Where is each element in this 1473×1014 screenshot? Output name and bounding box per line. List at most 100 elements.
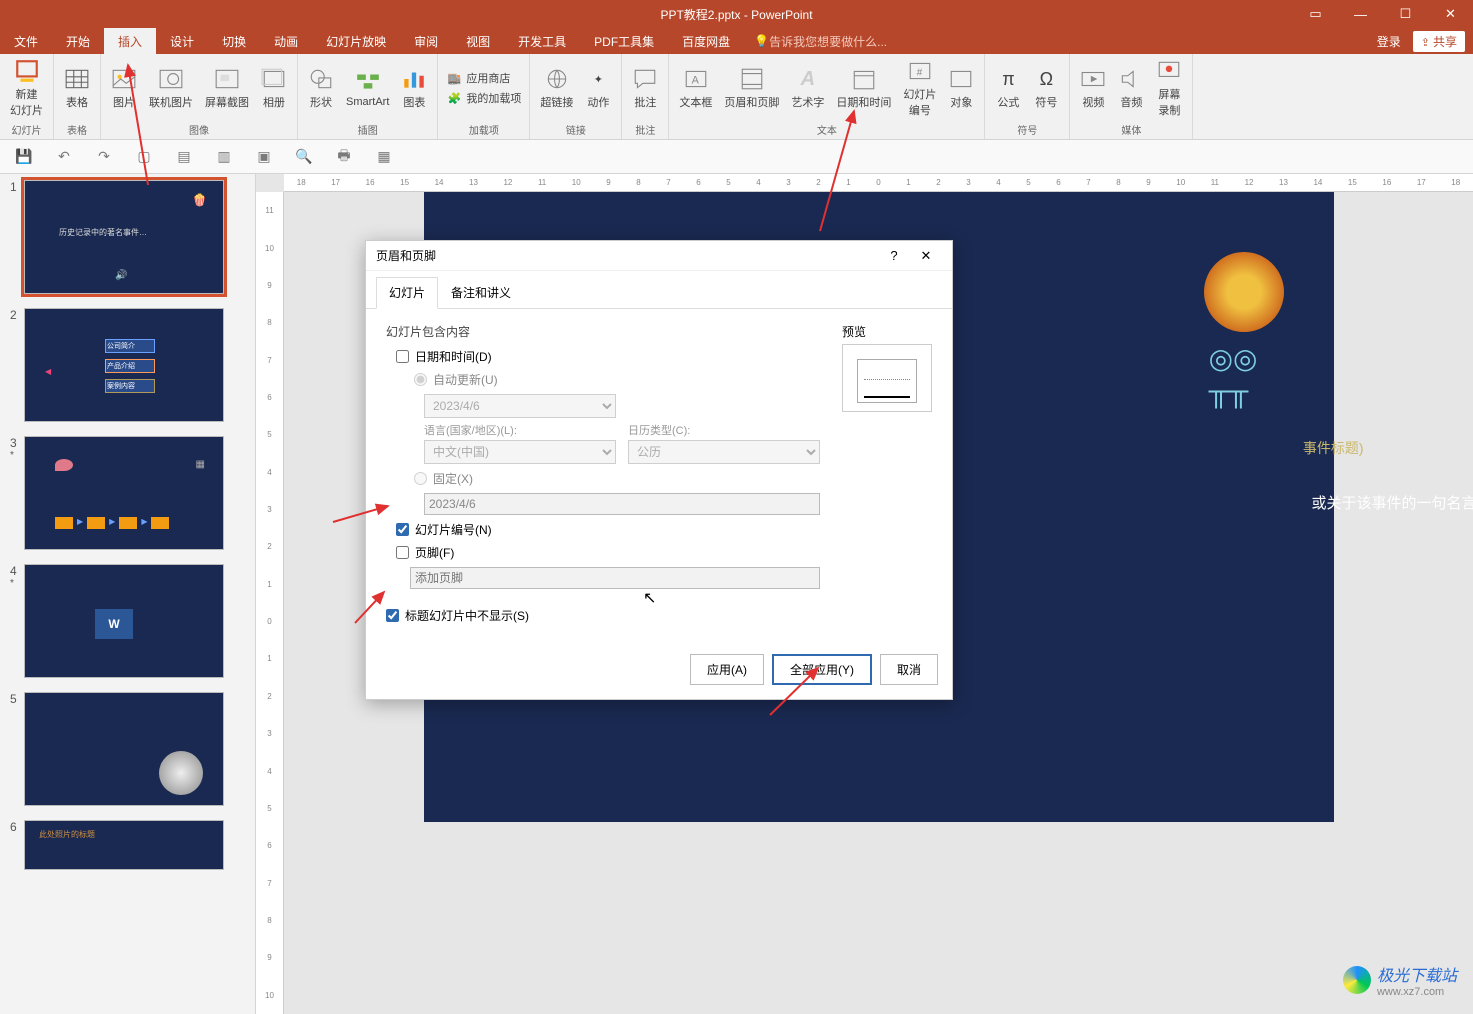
wordart-icon: A bbox=[795, 66, 821, 92]
equation-icon: π bbox=[995, 66, 1021, 92]
thumb-number-1: 1 bbox=[10, 180, 24, 194]
footer-checkbox[interactable] bbox=[396, 546, 409, 559]
slide-body-text: 或关于该事件的一句名言。 bbox=[1311, 492, 1473, 513]
qat-icon-7[interactable]: ▣ bbox=[254, 147, 274, 167]
thumb-slide-2[interactable]: ◀ 公司简介 产品介绍 案例内容 bbox=[24, 308, 224, 422]
tab-transitions[interactable]: 切换 bbox=[208, 28, 260, 54]
maximize-icon[interactable]: ☐ bbox=[1383, 0, 1428, 28]
cancel-button[interactable]: 取消 bbox=[880, 654, 938, 685]
thumb-slide-4[interactable]: W bbox=[24, 564, 224, 678]
watermark-name: 极光下载站 bbox=[1377, 962, 1457, 986]
wordart-button[interactable]: A艺术字 bbox=[785, 56, 830, 120]
datetime-checkbox[interactable] bbox=[396, 350, 409, 363]
header-footer-button[interactable]: 页眉和页脚 bbox=[718, 56, 785, 120]
slide-title-text: 事件标题) bbox=[1303, 438, 1364, 458]
hyperlink-button[interactable]: 超链接 bbox=[534, 56, 579, 120]
tab-review[interactable]: 审阅 bbox=[400, 28, 452, 54]
login-button[interactable]: 登录 bbox=[1369, 31, 1409, 52]
apply-all-button[interactable]: 全部应用(Y) bbox=[772, 654, 872, 685]
audio-button[interactable]: 音频 bbox=[1112, 56, 1150, 120]
action-button[interactable]: ✦动作 bbox=[579, 56, 617, 120]
tab-slideshow[interactable]: 幻灯片放映 bbox=[312, 28, 400, 54]
footer-input[interactable] bbox=[410, 567, 820, 589]
qat-icon-6[interactable]: ▥ bbox=[214, 147, 234, 167]
save-icon[interactable]: 💾 bbox=[14, 147, 34, 167]
audio-icon bbox=[1118, 66, 1144, 92]
slide-number-checkbox-label: 幻灯片编号(N) bbox=[415, 521, 492, 538]
dialog-tab-notes[interactable]: 备注和讲义 bbox=[438, 277, 524, 308]
svg-text:#: # bbox=[917, 67, 923, 78]
hyperlink-icon bbox=[544, 66, 570, 92]
tab-developer[interactable]: 开发工具 bbox=[504, 28, 580, 54]
apply-button[interactable]: 应用(A) bbox=[690, 654, 764, 685]
new-slide-button[interactable]: 新建 幻灯片 bbox=[4, 56, 49, 120]
pictures-button[interactable]: 图片 bbox=[105, 56, 143, 120]
photo-album-button[interactable]: 相册 bbox=[255, 56, 293, 120]
dialog-help-icon[interactable]: ? bbox=[878, 241, 910, 271]
group-label-links: 链接 bbox=[534, 120, 617, 139]
tab-baidu-netdisk[interactable]: 百度网盘 bbox=[668, 28, 744, 54]
fixed-date-input[interactable] bbox=[424, 493, 820, 515]
date-time-button[interactable]: 日期和时间 bbox=[830, 56, 897, 120]
screenshot-button[interactable]: 屏幕截图 bbox=[199, 56, 255, 120]
thumb-slide-6[interactable]: 此处照片的标题 bbox=[24, 820, 224, 870]
auto-update-radio[interactable] bbox=[414, 373, 427, 386]
svg-text:A: A bbox=[692, 74, 700, 86]
minimize-icon[interactable]: ― bbox=[1338, 0, 1383, 28]
symbol-button[interactable]: Ω符号 bbox=[1027, 56, 1065, 120]
equation-button[interactable]: π公式 bbox=[989, 56, 1027, 120]
tab-file[interactable]: 文件 bbox=[0, 28, 52, 54]
tab-home[interactable]: 开始 bbox=[52, 28, 104, 54]
qat-icon-5[interactable]: ▤ bbox=[174, 147, 194, 167]
shapes-icon bbox=[308, 66, 334, 92]
tab-animations[interactable]: 动画 bbox=[260, 28, 312, 54]
tab-insert[interactable]: 插入 bbox=[104, 28, 156, 54]
undo-icon[interactable]: ↶ bbox=[54, 147, 74, 167]
object-button[interactable]: 对象 bbox=[942, 56, 980, 120]
thumb-slide-3[interactable]: ▦ ▶ ▶ ▶ bbox=[24, 436, 224, 550]
fixed-radio[interactable] bbox=[414, 472, 427, 485]
slide-thumbnails-panel[interactable]: 1 历史记录中的著名事件… 🍿 🔊 2 ◀ 公司简介 产品介绍 案例内容 3* … bbox=[0, 174, 256, 1014]
horizontal-ruler: 1817161514131211109876543210123456789101… bbox=[284, 174, 1473, 192]
qat-icon-8[interactable]: 🔍 bbox=[294, 147, 314, 167]
comment-button[interactable]: 批注 bbox=[626, 56, 664, 120]
tell-me-search[interactable]: 💡 告诉我您想要做什么... bbox=[754, 28, 887, 54]
calendar-type-select[interactable]: 公历 bbox=[628, 440, 820, 464]
online-pictures-button[interactable]: 联机图片 bbox=[143, 56, 199, 120]
share-button[interactable]: ⇪ 共享 bbox=[1413, 31, 1465, 52]
tab-design[interactable]: 设计 bbox=[156, 28, 208, 54]
slideshow-start-icon[interactable]: ▢ bbox=[134, 147, 154, 167]
group-label-symbols: 符号 bbox=[989, 120, 1065, 139]
hide-on-title-checkbox[interactable] bbox=[386, 609, 399, 622]
table-button[interactable]: 表格 bbox=[58, 56, 96, 120]
dialog-titlebar[interactable]: 页眉和页脚 ? ✕ bbox=[366, 241, 952, 271]
screen-recording-button[interactable]: 屏幕 录制 bbox=[1150, 56, 1188, 120]
chart-button[interactable]: 图表 bbox=[395, 56, 433, 120]
redo-icon[interactable]: ↷ bbox=[94, 147, 114, 167]
smartart-button[interactable]: SmartArt bbox=[340, 56, 395, 120]
online-pictures-icon bbox=[158, 66, 184, 92]
store-button[interactable]: 🏬应用商店 bbox=[442, 68, 525, 88]
qat-icon-10[interactable]: ▦ bbox=[374, 147, 394, 167]
language-label: 语言(国家/地区)(L): bbox=[424, 422, 616, 438]
video-button[interactable]: 视频 bbox=[1074, 56, 1112, 120]
close-icon[interactable]: ✕ bbox=[1428, 0, 1473, 28]
qat-icon-9[interactable]: 🖶 bbox=[334, 147, 354, 167]
tell-me-placeholder: 告诉我您想要做什么... bbox=[769, 33, 887, 50]
my-addins-button[interactable]: 🧩我的加载项 bbox=[442, 88, 525, 108]
preview-label: 预览 bbox=[842, 323, 932, 340]
textbox-button[interactable]: A文本框 bbox=[673, 56, 718, 120]
tab-view[interactable]: 视图 bbox=[452, 28, 504, 54]
thumb-slide-1[interactable]: 历史记录中的著名事件… 🍿 🔊 bbox=[24, 180, 224, 294]
group-label-text: 文本 bbox=[673, 120, 980, 139]
date-format-select[interactable]: 2023/4/6 bbox=[424, 394, 616, 418]
ribbon-display-options-icon[interactable]: ▭ bbox=[1293, 0, 1338, 28]
thumb-slide-5[interactable] bbox=[24, 692, 224, 806]
dialog-close-icon[interactable]: ✕ bbox=[910, 241, 942, 271]
tab-pdf-tools[interactable]: PDF工具集 bbox=[580, 28, 668, 54]
shapes-button[interactable]: 形状 bbox=[302, 56, 340, 120]
language-select[interactable]: 中文(中国) bbox=[424, 440, 616, 464]
slide-number-checkbox[interactable] bbox=[396, 523, 409, 536]
dialog-tab-slide[interactable]: 幻灯片 bbox=[376, 277, 438, 309]
slide-number-button[interactable]: #幻灯片 编号 bbox=[897, 56, 942, 120]
